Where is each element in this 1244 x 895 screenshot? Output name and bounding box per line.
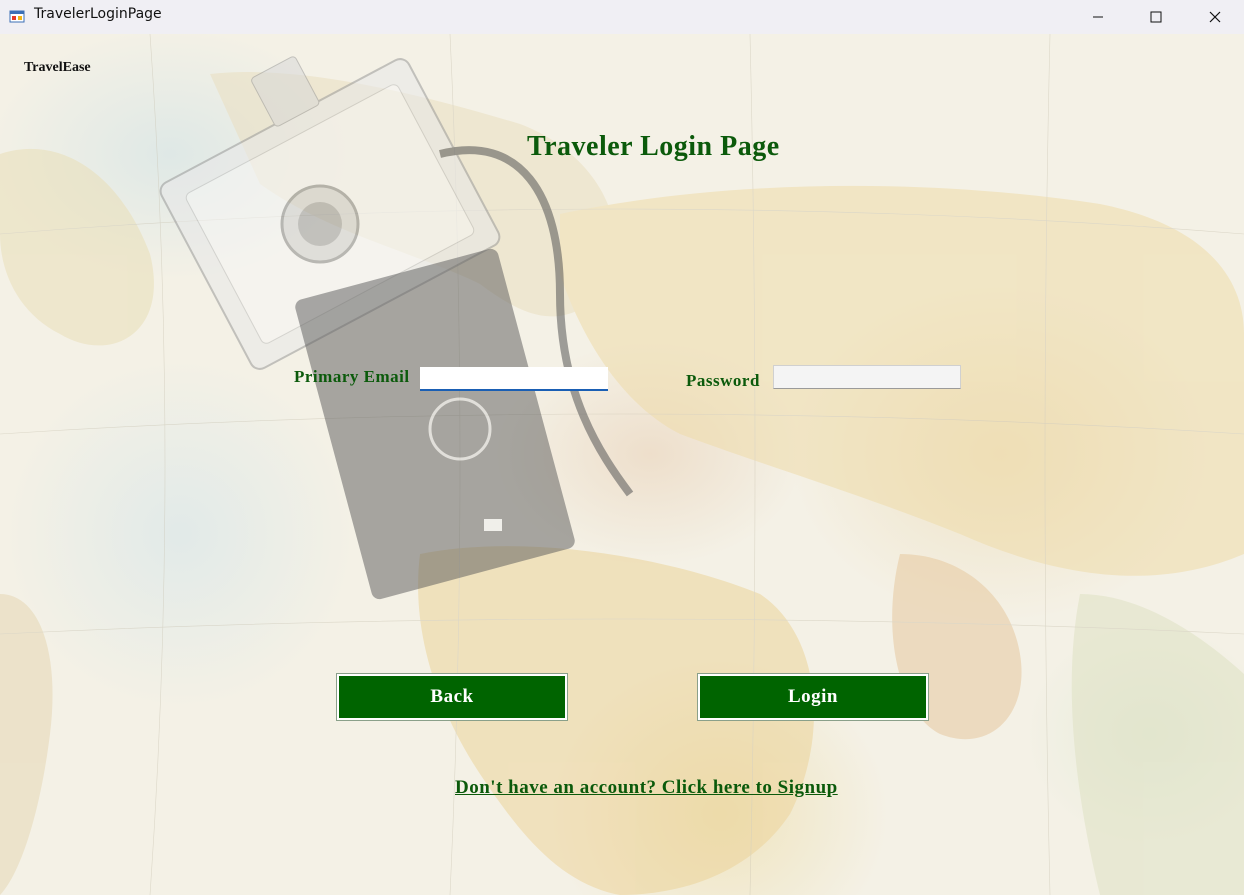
minimize-icon [1093, 16, 1103, 18]
app-icon [9, 10, 25, 23]
password-label: Password [686, 371, 760, 390]
password-field[interactable] [773, 365, 961, 389]
back-button[interactable]: Back [336, 673, 568, 721]
signup-link[interactable]: Don't have an account? Click here to Sig… [455, 777, 838, 799]
login-form-area: TravelEase Traveler Login Page Primary E… [0, 34, 1244, 895]
login-button[interactable]: Login [697, 673, 929, 721]
title-bar: TravelerLoginPage [0, 0, 1244, 34]
window-title: TravelerLoginPage [34, 6, 162, 22]
close-button[interactable] [1186, 0, 1244, 34]
close-icon [1209, 11, 1221, 23]
email-label: Primary Email [294, 367, 410, 386]
maximize-button[interactable] [1127, 0, 1185, 34]
email-field[interactable] [420, 367, 608, 391]
page-title: Traveler Login Page [527, 131, 780, 162]
minimize-button[interactable] [1069, 0, 1127, 34]
maximize-icon [1150, 11, 1162, 23]
world-map-background-image [0, 34, 1244, 895]
brand-label: TravelEase [24, 60, 91, 75]
